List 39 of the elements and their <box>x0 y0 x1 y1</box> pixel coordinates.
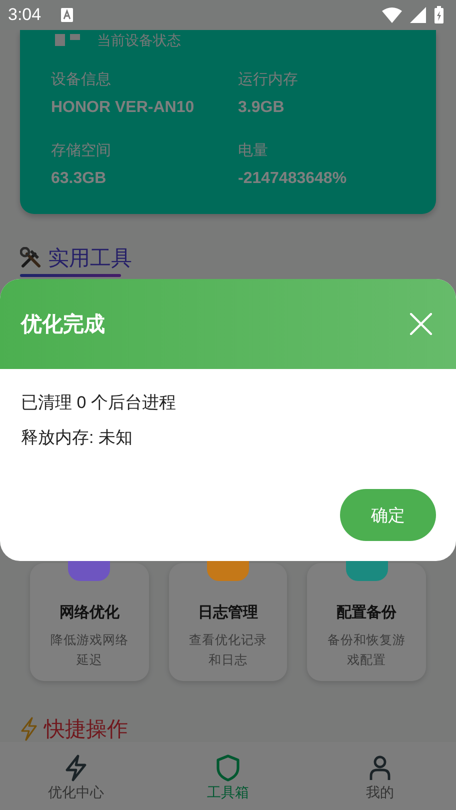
tool-card[interactable]: 网络优化 降低游戏网络延迟 <box>30 563 149 681</box>
battery-icon <box>434 6 444 24</box>
lightning-icon <box>20 717 38 741</box>
section-title: 快捷操作 <box>44 717 128 743</box>
status-time: 3:04 <box>8 5 42 25</box>
shield-icon <box>215 754 241 782</box>
tool-title: 网络优化 <box>59 603 120 622</box>
person-icon <box>367 754 393 782</box>
close-button[interactable] <box>410 313 432 335</box>
tool-title: 配置备份 <box>336 603 397 622</box>
section-title: 实用工具 <box>48 246 132 272</box>
tool-description: 降低游戏网络延迟 <box>49 632 130 669</box>
dialog-message: 释放内存: 未知 <box>21 427 134 449</box>
stat-value: HONOR VER-AN10 <box>51 99 196 117</box>
nav-tab[interactable]: 优化中心 <box>0 742 152 810</box>
nav-tab[interactable]: 我的 <box>304 742 456 810</box>
lightning-icon <box>63 754 89 782</box>
confirm-button[interactable]: 确定 <box>340 489 436 541</box>
stat-value: 3.9GB <box>238 99 286 117</box>
card-subtitle: 当前设备状态 <box>97 32 181 50</box>
dialog-message: 已清理 0 个后台进程 <box>21 392 177 414</box>
stat-label: 电量 <box>238 141 269 160</box>
notification-icon <box>61 8 74 22</box>
tool-title: 日志管理 <box>198 603 258 622</box>
stat-label: 存储空间 <box>51 141 112 160</box>
stat-label: 设备信息 <box>51 70 112 89</box>
dialog-title: 优化完成 <box>21 312 106 338</box>
tools-icon <box>20 247 42 269</box>
tool-card[interactable]: 配置备份 备份和恢复游戏配置 <box>307 563 426 681</box>
stat-value: 63.3GB <box>51 170 108 188</box>
nav-tab[interactable]: 工具箱 <box>152 742 304 810</box>
wifi-icon <box>382 7 402 23</box>
stat-value: -2147483648% <box>238 170 348 188</box>
tool-card[interactable]: 日志管理 查看优化记录和日志 <box>168 563 288 681</box>
close-icon <box>410 313 432 335</box>
tool-description: 查看优化记录和日志 <box>188 632 268 669</box>
signal-icon <box>410 7 426 23</box>
tool-description: 备份和恢复游戏配置 <box>326 632 407 669</box>
stat-label: 运行内存 <box>238 70 299 89</box>
